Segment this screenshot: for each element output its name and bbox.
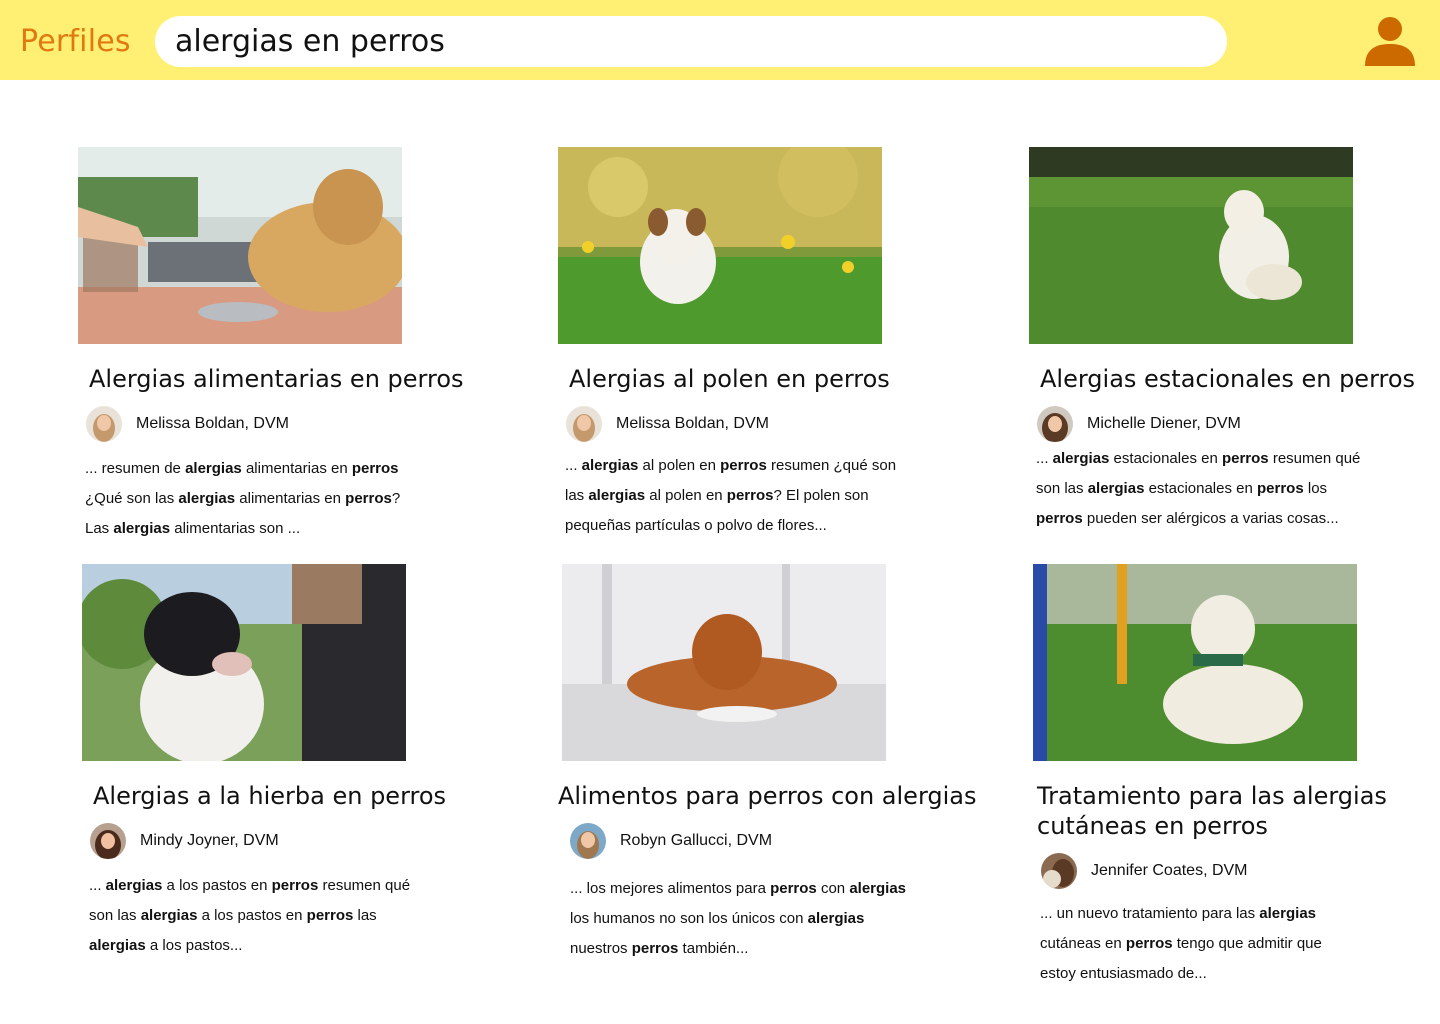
result-snippet: ... alergias a los pastos en perros resu…: [89, 877, 411, 954]
brand-logo[interactable]: Perfiles: [20, 24, 131, 59]
result-title[interactable]: Alergias al polen en perros: [569, 364, 978, 394]
result-image[interactable]: [78, 147, 402, 344]
author-name[interactable]: Melissa Boldan, DVM: [136, 415, 289, 433]
result-card[interactable]: Alergias a la hierba en perros Mindy Joy…: [82, 564, 502, 961]
author-name[interactable]: Melissa Boldan, DVM: [616, 415, 769, 433]
user-icon[interactable]: [1362, 14, 1418, 68]
author-name[interactable]: Michelle Diener, DVM: [1087, 415, 1241, 433]
result-snippet: ... un nuevo tratamiento para las alergi…: [1040, 905, 1322, 982]
result-image[interactable]: [1029, 147, 1353, 344]
avatar: [566, 406, 602, 442]
avatar: [570, 823, 606, 859]
author-name[interactable]: Mindy Joyner, DVM: [140, 832, 279, 850]
avatar: [1037, 406, 1073, 442]
result-title[interactable]: Alergias a la hierba en perros: [93, 781, 502, 811]
author-row: Jennifer Coates, DVM: [1041, 853, 1433, 889]
result-snippet: ... alergias al polen en perros resumen …: [565, 457, 897, 534]
result-snippet: ... resumen de alergias alimentarias en …: [85, 460, 401, 537]
result-title[interactable]: Alergias estacionales en perros: [1040, 364, 1440, 394]
result-card[interactable]: Alimentos para perros con alergias Robyn…: [558, 564, 988, 964]
result-snippet: ... los mejores alimentos para perros co…: [570, 880, 907, 957]
author-name[interactable]: Jennifer Coates, DVM: [1091, 862, 1248, 880]
result-title[interactable]: Tratamiento para las alergias cutáneas e…: [1037, 781, 1387, 841]
avatar: [86, 406, 122, 442]
avatar: [1041, 853, 1077, 889]
author-row: Mindy Joyner, DVM: [90, 823, 502, 859]
result-snippet: ... alergias estacionales en perros resu…: [1036, 450, 1361, 527]
result-image[interactable]: [558, 147, 882, 344]
result-card[interactable]: Alergias al polen en perros Melissa Bold…: [558, 147, 978, 541]
author-row: Melissa Boldan, DVM: [566, 406, 978, 442]
avatar: [90, 823, 126, 859]
result-image[interactable]: [562, 564, 886, 761]
author-row: Robyn Gallucci, DVM: [570, 823, 988, 859]
author-name[interactable]: Robyn Gallucci, DVM: [620, 832, 772, 850]
result-card[interactable]: Alergias estacionales en perros Michelle…: [1029, 147, 1440, 534]
result-title[interactable]: Alergias alimentarias en perros: [89, 364, 498, 394]
result-card[interactable]: Tratamiento para las alergias cutáneas e…: [1033, 564, 1433, 989]
result-image[interactable]: [82, 564, 406, 761]
result-image[interactable]: [1033, 564, 1357, 761]
result-title[interactable]: Alimentos para perros con alergias: [558, 781, 988, 811]
result-card[interactable]: Alergias alimentarias en perros Melissa …: [78, 147, 498, 544]
author-row: Michelle Diener, DVM: [1037, 406, 1440, 442]
search-input[interactable]: [155, 16, 1227, 67]
author-row: Melissa Boldan, DVM: [86, 406, 498, 442]
header-bar: Perfiles: [0, 0, 1440, 80]
